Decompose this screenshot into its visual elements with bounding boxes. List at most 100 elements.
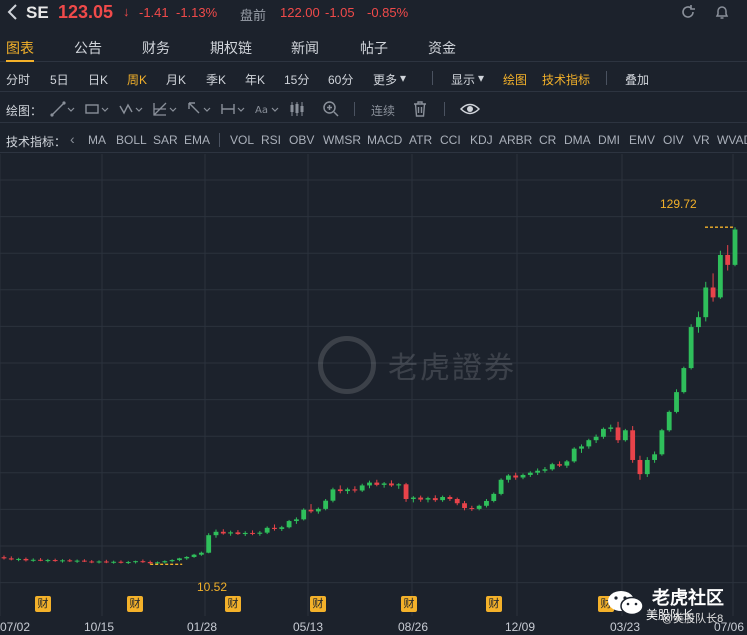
candles-tool-icon[interactable] (288, 100, 306, 118)
tab-options-chain[interactable]: 期权链 (210, 38, 252, 58)
indicator-ma[interactable]: MA (88, 133, 106, 147)
candle-body (527, 472, 533, 475)
candle-body (425, 498, 431, 500)
earnings-badge[interactable]: 财 (225, 596, 241, 612)
tab-posts[interactable]: 帖子 (360, 38, 388, 58)
more-dropdown-caret-icon[interactable]: ▾ (400, 71, 406, 85)
indicator-atr[interactable]: ATR (409, 133, 432, 147)
tab-chart[interactable]: 图表 (6, 38, 34, 58)
tech-indicators-toggle[interactable]: 技术指标 (542, 71, 590, 88)
back-arrow-icon[interactable] (6, 4, 20, 20)
fibonacci-tool-icon[interactable] (152, 100, 178, 118)
indicator-cr[interactable]: CR (539, 133, 556, 147)
tab-financials[interactable]: 财务 (142, 38, 170, 58)
indicator-dmi[interactable]: DMI (598, 133, 620, 147)
candle-body (513, 475, 519, 478)
candle-body (301, 509, 307, 520)
continuous-drawing-toggle[interactable]: 连续 (371, 102, 395, 119)
indicator-obv[interactable]: OBV (289, 133, 314, 147)
tab-news[interactable]: 新闻 (291, 38, 319, 58)
candle-body (162, 561, 168, 563)
trash-icon[interactable] (412, 100, 428, 118)
candle-body (396, 484, 402, 486)
period-yearly[interactable]: 年K (245, 71, 265, 88)
tab-capital-flow[interactable]: 资金 (428, 38, 456, 58)
candle-body (337, 489, 343, 492)
indicator-boll[interactable]: BOLL (116, 133, 147, 147)
indicator-cci[interactable]: CCI (440, 133, 461, 147)
quote-header: SE 123.05 ↓ -1.41 -1.13% 盘前 122.00 -1.05… (0, 0, 747, 26)
indicator-sar[interactable]: SAR (153, 133, 178, 147)
display-dropdown-caret-icon[interactable]: ▾ (478, 71, 484, 85)
period-60min[interactable]: 60分 (328, 71, 353, 88)
bell-icon[interactable] (714, 4, 730, 20)
earnings-badge[interactable]: 财 (486, 596, 502, 612)
indicator-kdj[interactable]: KDJ (470, 133, 493, 147)
candle-body (323, 500, 329, 509)
ticker-symbol: SE (26, 3, 49, 22)
chevron-left-icon[interactable]: ‹ (70, 131, 75, 147)
indicator-vr[interactable]: VR (693, 133, 710, 147)
tab-announcements[interactable]: 公告 (74, 38, 102, 58)
candle-body (389, 483, 394, 486)
x-tick-label: 07/02 (0, 620, 31, 634)
indicator-macd[interactable]: MACD (367, 133, 402, 147)
candle-body (177, 558, 182, 561)
earnings-badge[interactable]: 财 (401, 596, 417, 612)
candle-body (725, 254, 731, 265)
candle-body (67, 560, 73, 562)
period-15min[interactable]: 15分 (284, 71, 309, 88)
candle-body (454, 498, 460, 504)
candle-body (622, 430, 628, 441)
candlestick-chart[interactable] (0, 154, 747, 635)
arrow-tool-icon[interactable] (186, 100, 212, 118)
refresh-icon[interactable] (680, 4, 696, 20)
candle-body (191, 554, 197, 557)
premarket-change: -1.05 (325, 5, 355, 20)
overlay-menu[interactable]: 叠加 (625, 71, 649, 88)
earnings-badge[interactable]: 财 (35, 596, 51, 612)
x-tick-label: 12/09 (505, 620, 536, 634)
text-tool-icon[interactable]: Aa (254, 100, 280, 118)
zoom-icon[interactable] (322, 100, 340, 118)
candle-body (315, 508, 321, 512)
indicator-wvad[interactable]: WVAD (717, 133, 747, 147)
indicator-emv[interactable]: EMV (629, 133, 655, 147)
rectangle-tool-icon[interactable] (84, 100, 110, 118)
drawing-toolbar: 绘图： Aa 连续 (0, 95, 747, 123)
candles (1, 227, 738, 565)
display-menu[interactable]: 显示 (451, 71, 475, 88)
period-daily[interactable]: 日K (88, 71, 108, 88)
period-monthly[interactable]: 月K (166, 71, 186, 88)
eye-icon[interactable] (460, 100, 480, 118)
candle-body (469, 508, 475, 510)
candle-body (286, 521, 292, 528)
wave-tool-icon[interactable] (118, 100, 144, 118)
indicator-dma[interactable]: DMA (564, 133, 591, 147)
candle-body (220, 531, 226, 534)
trend-line-icon[interactable] (50, 100, 76, 118)
period-5day[interactable]: 5日 (50, 71, 69, 88)
indicator-rsi[interactable]: RSI (261, 133, 281, 147)
candle-body (250, 532, 255, 534)
price-change-pct: -1.13% (176, 5, 218, 20)
period-intraday[interactable]: 分时 (6, 71, 30, 88)
indicator-wmsr[interactable]: WMSR (323, 133, 361, 147)
period-more[interactable]: 更多 (373, 71, 397, 88)
period-weekly[interactable]: 周K (127, 71, 147, 88)
indicator-ema[interactable]: EMA (184, 133, 210, 147)
draw-toggle[interactable]: 绘图 (503, 71, 527, 88)
indicator-oiv[interactable]: OIV (663, 133, 684, 147)
candle-body (206, 535, 212, 553)
premarket-change-pct: -0.85% (367, 5, 409, 20)
indicator-arbr[interactable]: ARBR (499, 133, 532, 147)
candle-body (279, 527, 285, 529)
candle-body (74, 560, 80, 562)
wechat-logo-icon (608, 591, 644, 616)
candle-body (564, 461, 570, 466)
period-quarterly[interactable]: 季K (206, 71, 226, 88)
earnings-badge[interactable]: 财 (127, 596, 143, 612)
earnings-badge[interactable]: 财 (310, 596, 326, 612)
indicator-vol[interactable]: VOL (230, 133, 254, 147)
measure-tool-icon[interactable] (220, 100, 246, 118)
